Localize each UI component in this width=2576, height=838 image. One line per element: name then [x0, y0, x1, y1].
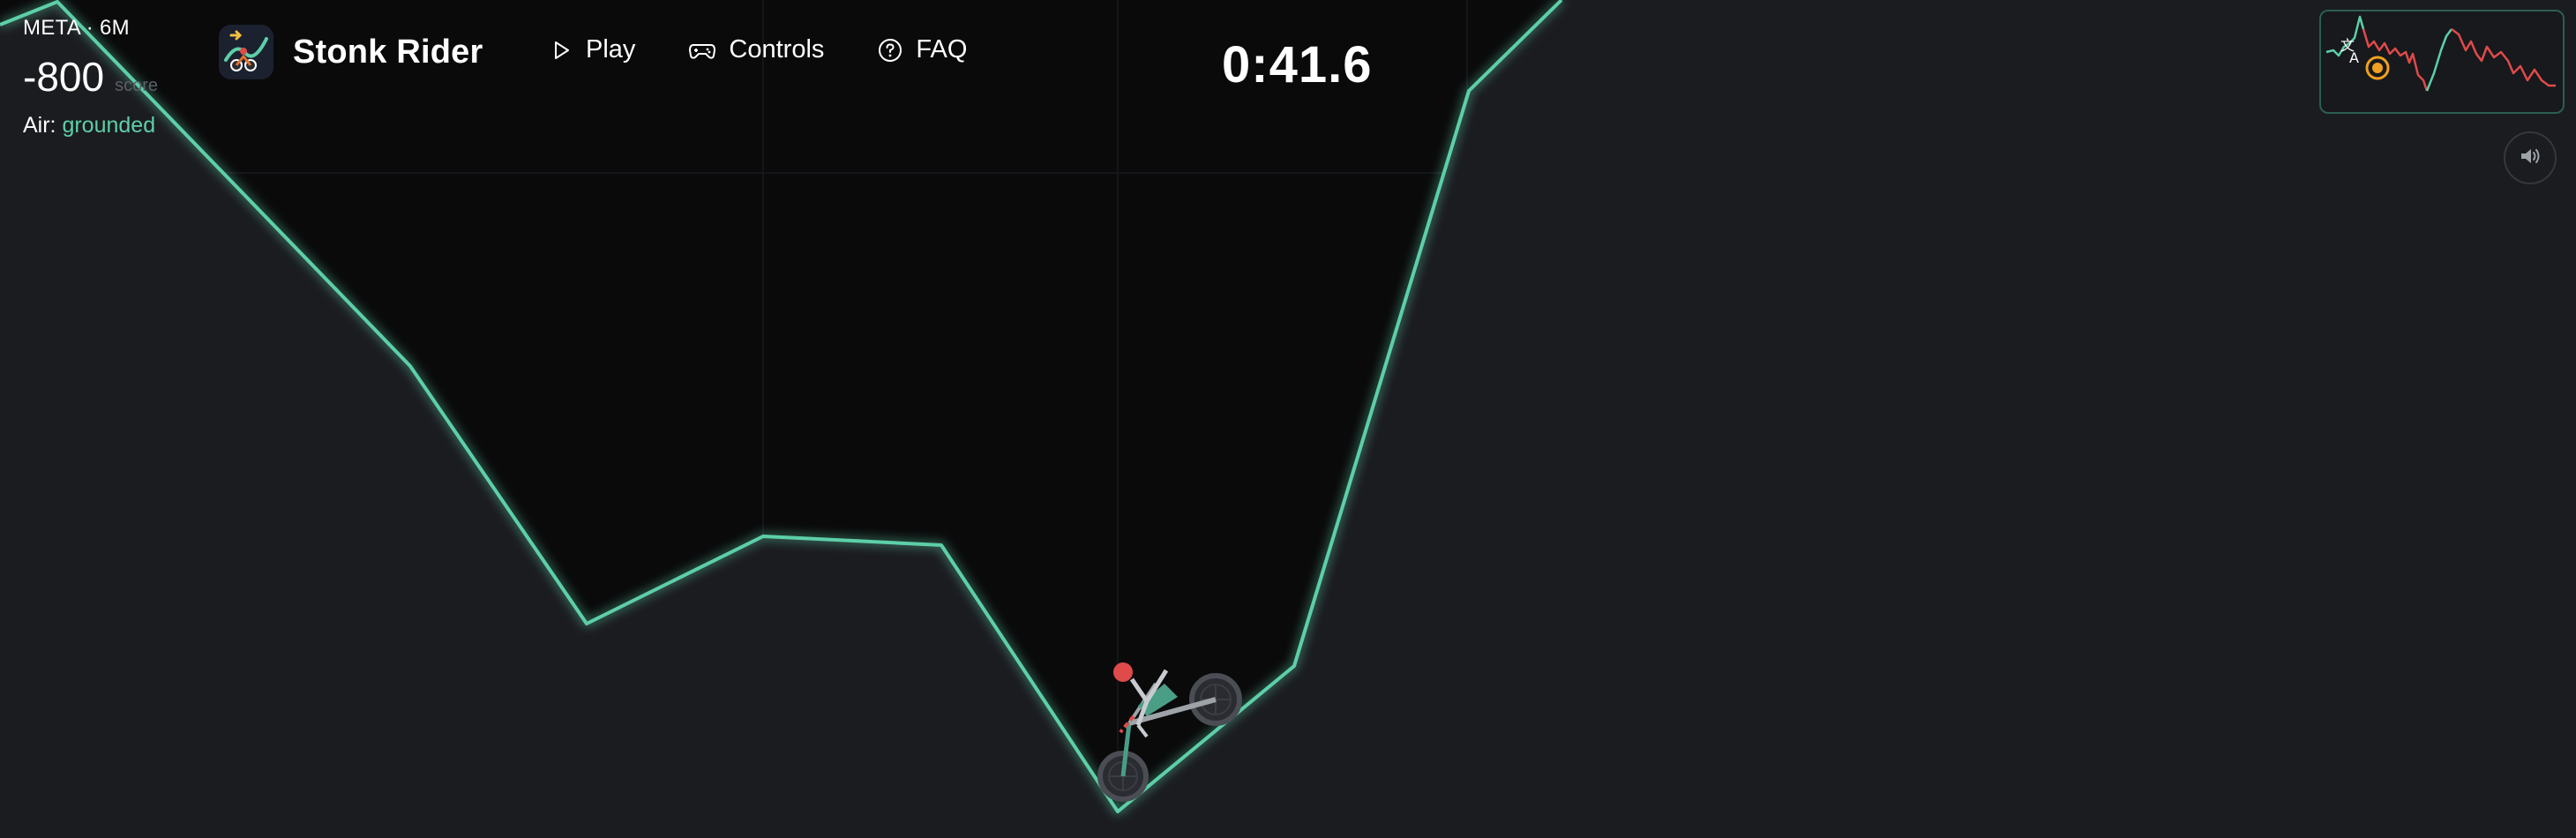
- play-icon: [549, 38, 573, 63]
- air-label: Air:: [23, 113, 56, 138]
- nav-controls[interactable]: Controls: [688, 35, 824, 64]
- rider-head: [1113, 662, 1133, 682]
- nav-play-label: Play: [586, 35, 636, 64]
- brand[interactable]: Stonk Rider: [219, 25, 483, 79]
- air-status: Air: grounded: [23, 113, 158, 138]
- speaker-icon: [2518, 144, 2542, 173]
- svg-text:A: A: [2349, 49, 2359, 66]
- minimap-line-tail: [2451, 28, 2556, 87]
- race-timer: 0:41.6: [1222, 36, 1373, 94]
- ticker-label: META · 6M: [23, 16, 130, 40]
- rider-chart-logo-icon: [219, 25, 273, 79]
- hud-stats: META · 6M -800 score Air: grounded: [23, 16, 158, 138]
- minimap-chart: 文 A: [2325, 15, 2556, 92]
- score-row: -800 score: [23, 53, 158, 101]
- air-state: grounded: [62, 113, 156, 138]
- question-circle-icon: [877, 37, 903, 64]
- nav-faq-label: FAQ: [916, 35, 968, 64]
- terrain-ground: [0, 0, 2576, 838]
- minimap-line-recovery: [2425, 28, 2452, 92]
- minimap-line-down: [2362, 28, 2429, 92]
- sound-toggle-button[interactable]: [2504, 131, 2557, 184]
- game-canvas[interactable]: META · 6M -800 score Air: grounded Stonk…: [0, 0, 2576, 838]
- top-nav: Play Controls FAQ: [549, 35, 967, 64]
- minimap[interactable]: 文 A: [2319, 10, 2565, 114]
- translate-icon: 文 A: [2340, 37, 2359, 66]
- game-world: [0, 0, 2576, 838]
- nav-controls-label: Controls: [729, 35, 825, 64]
- score-value: -800: [23, 54, 105, 100]
- nav-play[interactable]: Play: [549, 35, 635, 64]
- gamepad-icon: [688, 38, 716, 63]
- brand-name: Stonk Rider: [293, 33, 483, 71]
- nav-faq[interactable]: FAQ: [877, 35, 967, 64]
- score-unit: score: [115, 76, 158, 95]
